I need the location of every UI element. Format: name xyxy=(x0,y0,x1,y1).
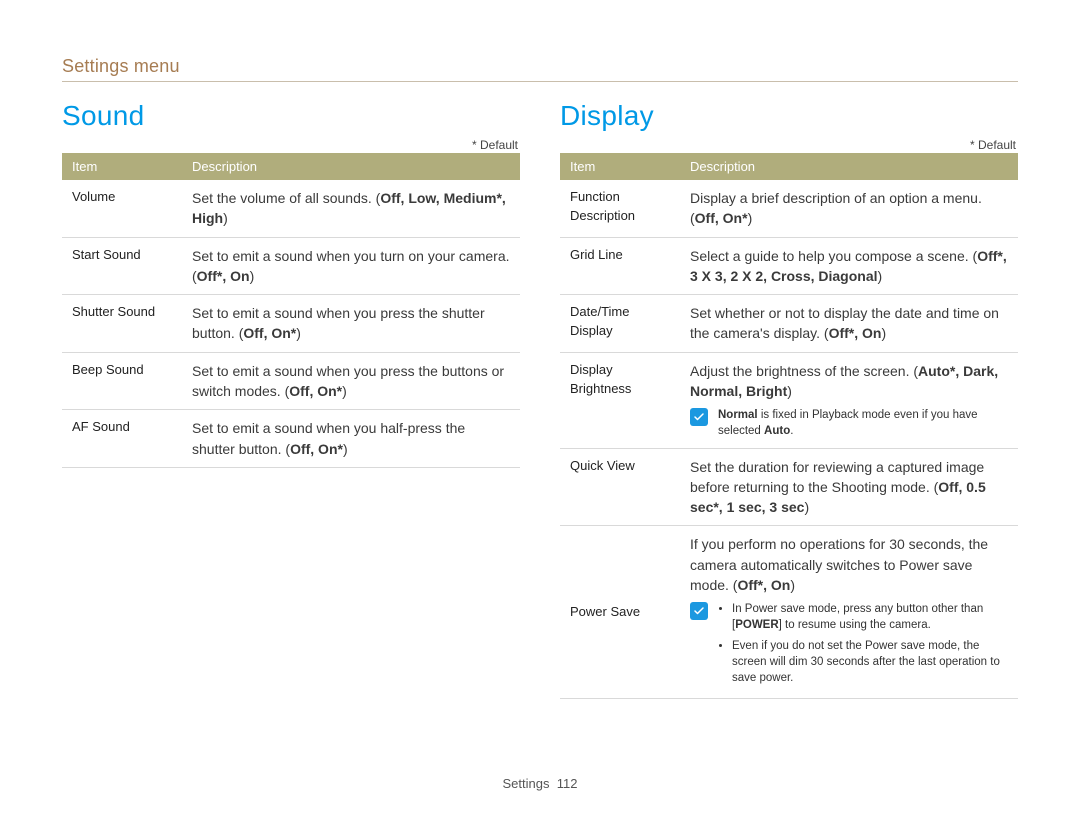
item-label: Date/Time Display xyxy=(560,295,680,353)
note: Normal is fixed in Playback mode even if… xyxy=(690,407,1008,439)
default-marker: * Default xyxy=(560,138,1016,152)
display-title: Display xyxy=(560,100,1018,132)
item-label: Grid Line xyxy=(560,237,680,295)
table-row: Volume Set the volume of all sounds. (Of… xyxy=(62,180,520,237)
display-table: Item Description Function Description Di… xyxy=(560,153,1018,699)
item-description: If you perform no operations for 30 seco… xyxy=(680,526,1018,698)
table-row: Shutter Sound Set to emit a sound when y… xyxy=(62,295,520,353)
table-row: Beep Sound Set to emit a sound when you … xyxy=(62,352,520,410)
table-row: Function Description Display a brief des… xyxy=(560,180,1018,237)
item-label: Quick View xyxy=(560,448,680,526)
item-description: Set to emit a sound when you press the b… xyxy=(182,352,520,410)
item-description: Display a brief description of an option… xyxy=(680,180,1018,237)
note-text: In Power save mode, press any button oth… xyxy=(718,601,1008,689)
table-row: Grid Line Select a guide to help you com… xyxy=(560,237,1018,295)
note-icon xyxy=(690,602,708,620)
item-label: Power Save xyxy=(560,526,680,698)
sound-table: Item Description Volume Set the volume o… xyxy=(62,153,520,468)
table-row: Quick View Set the duration for reviewin… xyxy=(560,448,1018,526)
note-text: Normal is fixed in Playback mode even if… xyxy=(718,407,1008,439)
item-description: Set whether or not to display the date a… xyxy=(680,295,1018,353)
item-description: Select a guide to help you compose a sce… xyxy=(680,237,1018,295)
col-item: Item xyxy=(62,153,182,180)
page-number: 112 xyxy=(557,776,578,791)
item-description: Set to emit a sound when you turn on you… xyxy=(182,237,520,295)
item-description: Set the volume of all sounds. (Off, Low,… xyxy=(182,180,520,237)
table-row: Display Brightness Adjust the brightness… xyxy=(560,352,1018,448)
item-label: Shutter Sound xyxy=(62,295,182,353)
table-row: AF Sound Set to emit a sound when you ha… xyxy=(62,410,520,468)
item-label: Beep Sound xyxy=(62,352,182,410)
item-description: Set the duration for reviewing a capture… xyxy=(680,448,1018,526)
item-description: Set to emit a sound when you press the s… xyxy=(182,295,520,353)
item-label: Display Brightness xyxy=(560,352,680,448)
item-label: Start Sound xyxy=(62,237,182,295)
item-label: AF Sound xyxy=(62,410,182,468)
note-icon xyxy=(690,408,708,426)
note-bullet: In Power save mode, press any button oth… xyxy=(732,601,1008,633)
item-description: Set to emit a sound when you half-press … xyxy=(182,410,520,468)
table-row: Power Save If you perform no operations … xyxy=(560,526,1018,698)
note-bullet: Even if you do not set the Power save mo… xyxy=(732,638,1008,686)
col-item: Item xyxy=(560,153,680,180)
sound-title: Sound xyxy=(62,100,520,132)
sound-column: Sound * Default Item Description Volume … xyxy=(62,100,520,699)
table-row: Start Sound Set to emit a sound when you… xyxy=(62,237,520,295)
display-column: Display * Default Item Description Funct… xyxy=(560,100,1018,699)
note: In Power save mode, press any button oth… xyxy=(690,601,1008,689)
col-description: Description xyxy=(680,153,1018,180)
breadcrumb: Settings menu xyxy=(62,56,1018,77)
divider xyxy=(62,81,1018,82)
page-footer: Settings 112 xyxy=(0,776,1080,791)
default-marker: * Default xyxy=(62,138,518,152)
item-label: Function Description xyxy=(560,180,680,237)
table-row: Date/Time Display Set whether or not to … xyxy=(560,295,1018,353)
item-label: Volume xyxy=(62,180,182,237)
footer-label: Settings xyxy=(503,776,550,791)
col-description: Description xyxy=(182,153,520,180)
item-description: Adjust the brightness of the screen. (Au… xyxy=(680,352,1018,448)
